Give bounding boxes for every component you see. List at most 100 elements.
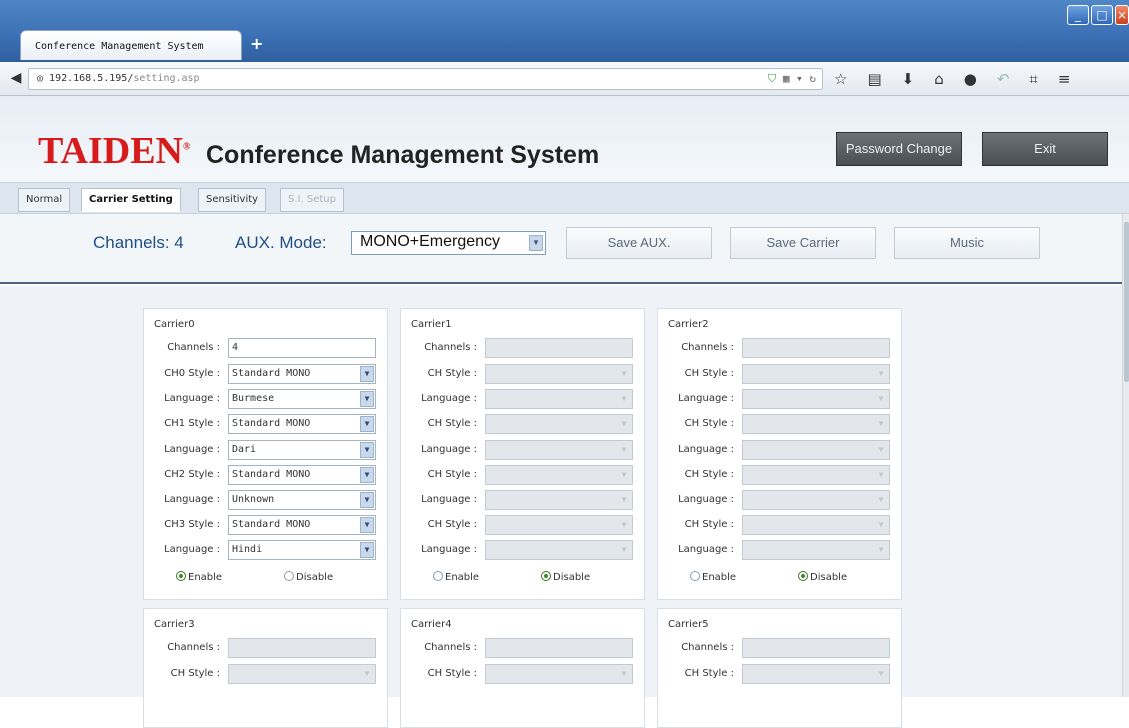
chevron-down-icon[interactable]: ▼ xyxy=(360,391,374,408)
page-scrollbar[interactable] xyxy=(1122,214,1129,697)
reader-icon[interactable]: ▤ xyxy=(867,70,881,88)
chevron-down-icon: ▼ xyxy=(874,517,888,534)
language-select[interactable]: Unknown ▼ xyxy=(228,490,376,510)
ch-style-select[interactable]: Standard MONO ▼ xyxy=(228,414,376,435)
language-value: Hindi xyxy=(232,544,263,556)
chevron-down-icon[interactable]: ▼ xyxy=(529,235,543,251)
back-arrow-icon[interactable]: ◀ xyxy=(6,68,26,88)
chevron-down-icon: ▼ xyxy=(874,391,888,408)
ch-style-value: Standard MONO xyxy=(232,368,311,379)
aux-mode-select[interactable]: MONO+Emergency ▼ xyxy=(351,231,546,255)
disable-radio[interactable]: Disable xyxy=(284,571,333,583)
carrier-title: Carrier5 xyxy=(668,619,709,630)
chevron-down-icon[interactable]: ▼ xyxy=(360,542,374,559)
ch-style-row: CH Style : ▼ xyxy=(411,464,636,485)
ch-style-value: Standard MONO xyxy=(232,468,311,480)
carrier-panel: Carrier1 Channels : CH Style : ▼ Language : ▼… xyxy=(400,308,645,600)
page-title: Conference Management System xyxy=(206,141,600,169)
tab-normal[interactable]: Normal xyxy=(18,188,71,212)
ch-style-label: CH Style : xyxy=(684,668,734,679)
close-icon[interactable]: × xyxy=(1115,5,1129,25)
chevron-down-icon[interactable]: ▼ xyxy=(360,492,374,508)
channels-field-input xyxy=(485,638,633,658)
tab-carrier-setting[interactable]: Carrier Setting xyxy=(81,188,181,212)
shield-icon[interactable]: ⛉ xyxy=(768,72,776,85)
language-row: Language : ▼ xyxy=(411,389,636,410)
browser-titlebar: Conference Management System + _ □ × xyxy=(0,0,1129,62)
dropdown-icon[interactable]: ▾ xyxy=(796,72,803,85)
channels-field-input xyxy=(742,338,890,358)
maximize-icon[interactable]: □ xyxy=(1091,5,1113,25)
language-select[interactable]: Dari ▼ xyxy=(228,439,376,460)
ch-style-select: ▼ xyxy=(742,464,890,485)
ch-style-select: ▼ xyxy=(485,364,633,384)
radio-dot-icon xyxy=(176,571,186,581)
disable-radio[interactable]: Disable xyxy=(541,571,590,583)
chevron-down-icon: ▼ xyxy=(874,441,888,458)
carrier-title: Carrier3 xyxy=(154,619,195,630)
browser-tab[interactable]: Conference Management System xyxy=(20,30,242,60)
chevron-down-icon[interactable]: ▼ xyxy=(360,416,374,433)
chevron-down-icon[interactable]: ▼ xyxy=(360,441,374,458)
exit-button[interactable]: Exit xyxy=(982,132,1108,166)
ch-style-label: CH Style : xyxy=(427,519,477,531)
chat-icon[interactable]: ● xyxy=(964,70,977,88)
enable-label: Enable xyxy=(445,572,480,583)
disable-radio[interactable]: Disable xyxy=(798,571,847,583)
enable-radio[interactable]: Enable xyxy=(433,571,479,583)
download-icon[interactable]: ⬇ xyxy=(902,70,915,88)
enable-radio[interactable]: Enable xyxy=(176,571,222,583)
ch-style-label: CH Style : xyxy=(427,418,477,430)
carrier-panel: Carrier2 Channels : CH Style : ▼ Language : ▼… xyxy=(657,308,902,600)
qr-icon[interactable]: ▦ xyxy=(783,72,790,85)
chevron-down-icon[interactable]: ▼ xyxy=(360,466,374,483)
aux-mode-label: AUX. Mode: xyxy=(235,233,327,252)
channels-field-row: Channels : xyxy=(411,638,636,658)
aux-mode-value: MONO+Emergency xyxy=(360,233,501,250)
scrollbar-thumb[interactable] xyxy=(1124,222,1129,382)
ch-style-label: CH Style : xyxy=(684,368,734,379)
chevron-down-icon: ▼ xyxy=(874,416,888,433)
ch-style-select[interactable]: Standard MONO ▼ xyxy=(228,464,376,485)
channels-field-input[interactable]: 4 xyxy=(228,338,376,358)
undo-icon[interactable]: ↶ xyxy=(997,70,1010,88)
music-button[interactable]: Music xyxy=(894,227,1040,259)
bookmark-star-icon[interactable]: ☆ xyxy=(834,70,847,88)
ch-style-row: CH Style : ▼ xyxy=(668,515,893,536)
home-icon[interactable]: ⌂ xyxy=(934,70,944,88)
address-bar[interactable]: ◎ 192.168.5.195/setting.asp ⛉ ▦ ▾ ↻ xyxy=(28,68,823,90)
channels-field-value: 4 xyxy=(232,342,239,353)
language-row: Language : ▼ xyxy=(411,439,636,460)
carrier-title: Carrier0 xyxy=(154,319,195,330)
menu-icon[interactable]: ≡ xyxy=(1058,70,1071,88)
ch-style-label: CH Style : xyxy=(427,468,477,480)
enable-radio[interactable]: Enable xyxy=(690,571,736,583)
language-row: Language : ▼ xyxy=(411,540,636,561)
ch-style-label: CH Style : xyxy=(684,418,734,430)
language-select[interactable]: Burmese ▼ xyxy=(228,389,376,410)
language-label: Language : xyxy=(164,443,220,455)
tab-sensitivity[interactable]: Sensitivity xyxy=(198,188,267,212)
chevron-down-icon[interactable]: ▼ xyxy=(360,517,374,534)
ch-style-label: CH0 Style : xyxy=(164,368,220,379)
ch-style-select[interactable]: Standard MONO ▼ xyxy=(228,515,376,536)
ch-style-select[interactable]: Standard MONO ▼ xyxy=(228,364,376,384)
language-value: Dari xyxy=(232,443,257,455)
language-value: Burmese xyxy=(232,393,275,405)
language-select[interactable]: Hindi ▼ xyxy=(228,540,376,561)
minimize-icon[interactable]: _ xyxy=(1067,5,1089,25)
save-carrier-button[interactable]: Save Carrier xyxy=(730,227,876,259)
new-tab-button[interactable]: + xyxy=(250,34,263,53)
disable-label: Disable xyxy=(810,572,848,583)
enable-label: Enable xyxy=(702,572,737,583)
settings-tabs: Normal Carrier Setting Sensitivity S.I. … xyxy=(0,182,1129,214)
reload-icon[interactable]: ↻ xyxy=(809,72,816,85)
password-change-button[interactable]: Password Change xyxy=(836,132,962,166)
page-header: TAIDEN® Conference Management System Pas… xyxy=(0,96,1129,182)
save-aux-button[interactable]: Save AUX. xyxy=(566,227,712,259)
crop-icon[interactable]: ⌗ xyxy=(1029,70,1037,88)
chevron-down-icon: ▼ xyxy=(617,666,631,682)
chevron-down-icon[interactable]: ▼ xyxy=(360,366,374,382)
channels-field-label: Channels : xyxy=(167,642,220,653)
ch-style-row: CH0 Style : Standard MONO ▼ xyxy=(154,364,379,384)
